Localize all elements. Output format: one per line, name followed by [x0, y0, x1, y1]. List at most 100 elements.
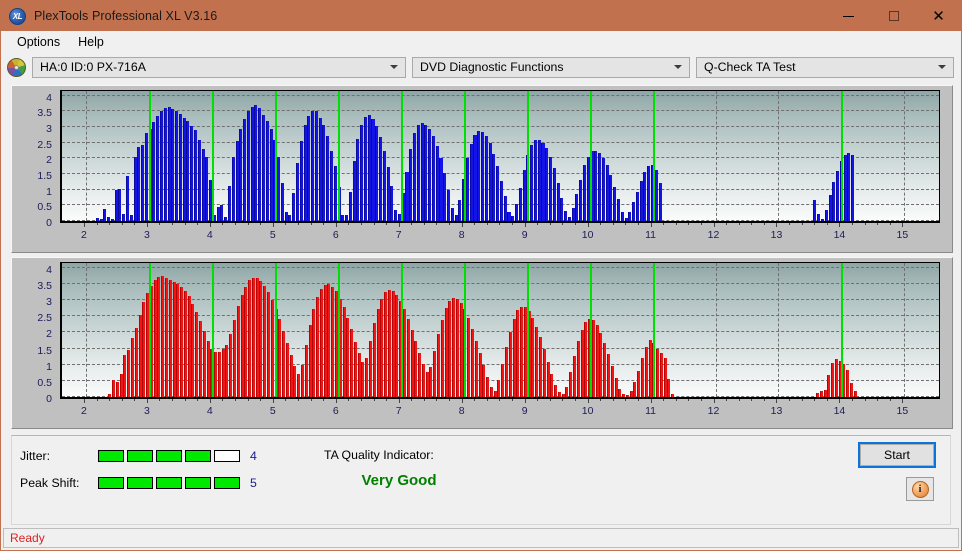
maximize-icon: [888, 11, 899, 21]
x-tick-minor: [310, 223, 312, 225]
ta-quality-group: TA Quality Indicator: Very Good: [324, 448, 474, 489]
chart-bar: [633, 382, 637, 397]
x-tick-minor: [348, 223, 350, 225]
toolbar: HA:0 ID:0 PX-716A DVD Diagnostic Functio…: [1, 52, 961, 82]
chart-bar: [545, 148, 549, 221]
chart-bar: [122, 214, 126, 221]
y-tick-label: 0: [46, 393, 52, 405]
x-tick-minor: [373, 223, 375, 225]
start-button[interactable]: Start: [858, 442, 936, 468]
chart-bar: [244, 286, 248, 397]
chart-bar: [511, 216, 515, 221]
chart-bar: [846, 369, 850, 397]
x-tick-minor: [96, 399, 98, 401]
chart-bar: [342, 307, 346, 397]
chart-bar: [318, 117, 322, 221]
x-tick-minor: [486, 223, 488, 225]
chart-bar: [167, 106, 171, 221]
chart-bar: [346, 317, 350, 397]
x-tick-label: 7: [395, 405, 402, 417]
close-button[interactable]: ✕: [916, 1, 961, 31]
gridline-vertical: [715, 91, 717, 221]
chart-bar: [266, 292, 270, 397]
chart-bar: [658, 182, 662, 221]
meter-segment: [185, 476, 211, 489]
chart-bar: [387, 289, 391, 397]
chart-bar: [137, 147, 141, 221]
x-tick: [902, 223, 904, 227]
chart-bar: [345, 214, 349, 221]
chart-bar: [622, 394, 626, 397]
chart-bar: [156, 116, 160, 221]
chart-bar: [95, 217, 99, 221]
x-tick-minor: [512, 399, 514, 401]
chart-bar: [421, 364, 425, 397]
app-icon: XL: [9, 7, 26, 25]
status-text: Ready: [10, 531, 45, 545]
chart-bar: [414, 341, 418, 397]
test-select[interactable]: Q-Check TA Test: [696, 56, 954, 78]
x-tick-minor: [197, 223, 199, 225]
charts-area: 0 0.5 1 1.5 2 2.5 3 3.5 4 2 3 4 5 6 7 8 9 10 11 12 13 14 15 0…: [1, 82, 961, 429]
x-tick-minor: [852, 223, 853, 225]
chart-bar: [384, 292, 388, 397]
x-tick-minor: [675, 399, 677, 401]
x-tick-minor: [562, 223, 564, 225]
minimize-button[interactable]: [826, 1, 871, 31]
chart-bar: [382, 150, 386, 221]
x-tick-minor: [323, 399, 325, 401]
maximize-button[interactable]: [871, 1, 916, 31]
x-tick-minor: [436, 399, 438, 401]
x-tick-minor: [763, 223, 765, 225]
chart-bar: [352, 161, 356, 221]
chart-bar: [152, 122, 156, 221]
chart-bar: [259, 281, 263, 397]
peak-shift-chart-plot: [60, 262, 940, 399]
chart-bar: [448, 300, 452, 397]
x-tick-minor: [726, 399, 728, 401]
chart-bar: [202, 330, 206, 397]
menu-item-options[interactable]: Options: [8, 33, 69, 51]
meter-segment: [185, 449, 211, 462]
peak-shift-chart-x-ticks: [60, 399, 940, 403]
chart-bar: [282, 330, 286, 397]
menu-item-help[interactable]: Help: [69, 33, 113, 51]
chart-bar: [614, 378, 618, 397]
chart-bar: [159, 110, 163, 221]
x-tick-minor: [386, 223, 388, 225]
info-button[interactable]: i: [906, 477, 934, 501]
x-tick-minor: [159, 399, 161, 401]
chart-bar: [832, 181, 836, 221]
function-select[interactable]: DVD Diagnostic Functions: [412, 56, 690, 78]
x-tick-minor: [436, 223, 438, 225]
chart-bar: [416, 125, 420, 221]
zone-marker: [589, 91, 592, 221]
x-tick-minor: [184, 223, 186, 225]
zone-marker: [652, 91, 655, 221]
x-tick: [335, 223, 337, 227]
optical-disc-icon: [7, 57, 26, 77]
metrics-group: Jitter: 4 Peak Shift: 5: [20, 447, 257, 501]
x-tick-label: 13: [770, 405, 783, 417]
chart-bar: [591, 320, 595, 397]
x-tick: [83, 399, 85, 403]
x-tick-label: 5: [269, 405, 276, 417]
chart-bar: [182, 117, 186, 221]
chart-bar: [258, 107, 262, 221]
chart-bar: [201, 148, 205, 221]
x-tick-minor: [864, 223, 866, 225]
chart-bar: [118, 189, 122, 221]
x-tick-minor: [235, 399, 237, 401]
x-tick: [83, 223, 85, 227]
drive-select[interactable]: HA:0 ID:0 PX-716A: [32, 56, 406, 78]
chart-bar: [542, 349, 546, 397]
chart-bar: [482, 365, 486, 397]
chart-bar: [507, 211, 511, 221]
x-tick-label: 3: [143, 229, 150, 241]
chart-bar: [107, 217, 111, 221]
chart-bar: [187, 296, 191, 397]
x-tick-minor: [675, 223, 677, 225]
chart-bar: [371, 119, 375, 221]
chart-bar: [439, 158, 443, 221]
chart-bar: [575, 194, 579, 221]
